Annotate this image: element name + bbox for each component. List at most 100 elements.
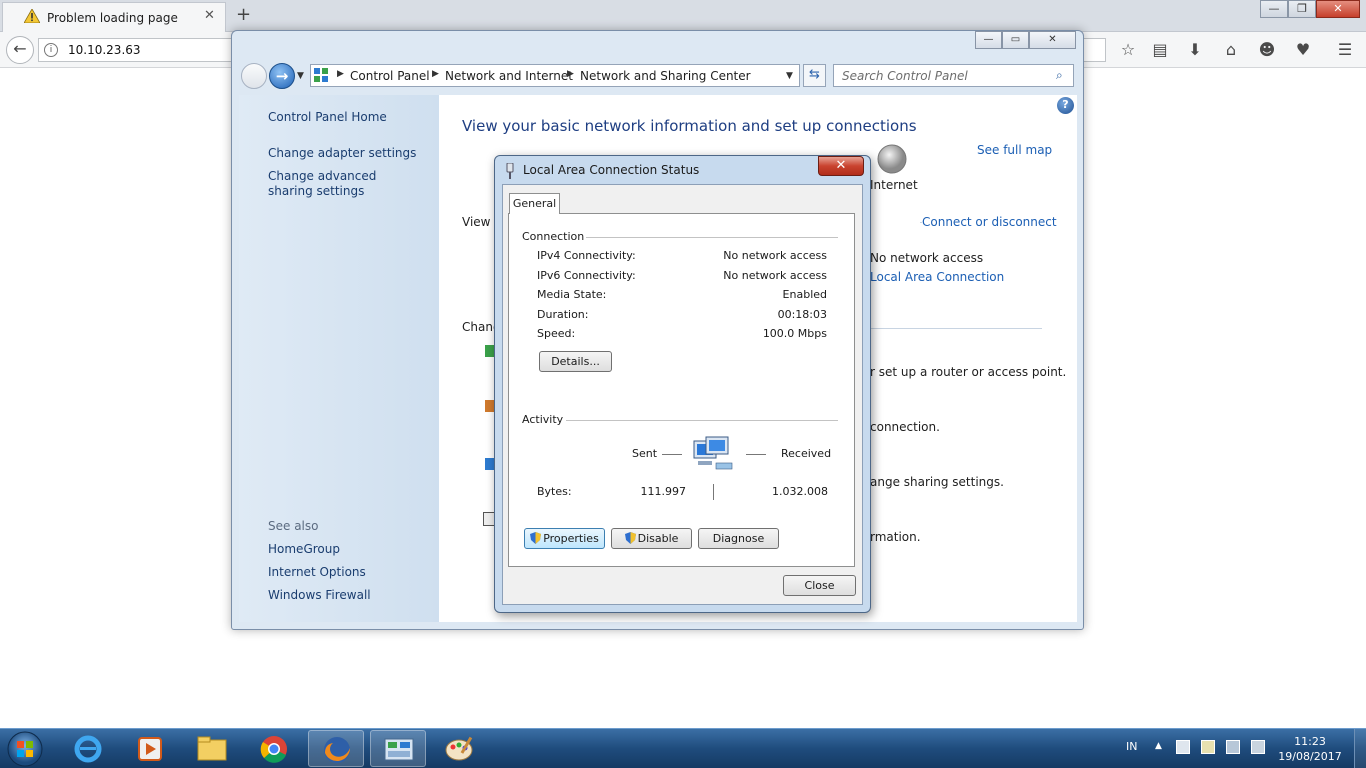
- pocket-icon[interactable]: ♥: [1293, 40, 1313, 59]
- bytes-sent-value: 111.997: [640, 485, 687, 498]
- new-tab-button[interactable]: +: [236, 4, 251, 25]
- see-full-map-link[interactable]: See full map: [977, 143, 1052, 157]
- dialog-title: Local Area Connection Status: [523, 163, 700, 177]
- breadcrumb-control-panel[interactable]: Control Panel: [350, 69, 430, 83]
- cp-close-button[interactable]: ✕: [1029, 31, 1076, 49]
- properties-button[interactable]: Properties: [524, 528, 605, 549]
- duration-label: Duration:: [537, 308, 589, 321]
- internet-label: Internet: [870, 178, 918, 192]
- cp-back-button[interactable]: [241, 63, 267, 89]
- taskbar-file-explorer[interactable]: [184, 730, 240, 767]
- help-icon[interactable]: ?: [1057, 97, 1074, 114]
- close-button[interactable]: Close: [783, 575, 856, 596]
- network-computers-icon: [693, 436, 733, 470]
- breadcrumb-network-sharing-center[interactable]: Network and Sharing Center: [580, 69, 751, 83]
- tab-close-icon[interactable]: ✕: [204, 8, 215, 23]
- recent-pages-icon[interactable]: ▼: [297, 71, 304, 81]
- media-state-value: Enabled: [782, 288, 827, 301]
- internet-globe-icon: [877, 144, 907, 174]
- see-also-internet-options[interactable]: Internet Options: [268, 565, 428, 580]
- search-input[interactable]: Search Control Panel: [833, 64, 1074, 87]
- connect-disconnect-link[interactable]: Connect or disconnect: [922, 215, 1057, 229]
- browser-close-button[interactable]: ✕: [1316, 0, 1360, 18]
- back-button[interactable]: ←: [6, 36, 34, 64]
- ipv4-value: No network access: [723, 249, 827, 262]
- menu-icon[interactable]: ☰: [1335, 40, 1355, 59]
- volume-icon[interactable]: [1251, 740, 1265, 754]
- see-also-homegroup[interactable]: HomeGroup: [268, 542, 428, 557]
- uac-shield-icon: [624, 532, 636, 544]
- sidebar-item-home[interactable]: Control Panel Home: [268, 110, 428, 125]
- home-icon[interactable]: ⌂: [1221, 40, 1241, 59]
- language-indicator[interactable]: IN: [1126, 740, 1137, 753]
- dialog-close-button[interactable]: ✕: [818, 156, 864, 176]
- diagnose-button[interactable]: Diagnose: [698, 528, 779, 549]
- network-tray-icon[interactable]: [1201, 740, 1215, 754]
- action-center-icon[interactable]: [1176, 740, 1190, 754]
- uac-shield-icon: [530, 532, 542, 544]
- browser-restore-button[interactable]: ❐: [1288, 0, 1316, 18]
- power-icon[interactable]: [1226, 740, 1240, 754]
- pocket-face-icon[interactable]: ☻: [1257, 40, 1277, 59]
- warning-icon: [24, 9, 40, 23]
- speed-label: Speed:: [537, 327, 576, 340]
- media-player-icon: [138, 737, 162, 761]
- cp-forward-button[interactable]: →: [269, 63, 295, 89]
- tab-title: Problem loading page: [47, 11, 178, 25]
- paint-icon: [445, 736, 473, 761]
- connection-group-heading: Connection: [522, 230, 585, 243]
- reading-list-icon[interactable]: ▤: [1150, 40, 1170, 59]
- taskbar-internet-explorer[interactable]: [60, 730, 116, 767]
- cp-maximize-button[interactable]: ▭: [1002, 31, 1029, 49]
- tab-general[interactable]: General: [509, 193, 560, 214]
- taskbar-firefox[interactable]: [308, 730, 364, 767]
- cp-minimize-button[interactable]: —: [975, 31, 1002, 49]
- clock[interactable]: 11:23 19/08/2017: [1278, 734, 1342, 764]
- breadcrumb-separator-icon: ▶: [567, 69, 574, 79]
- sidebar-item-advanced-sharing[interactable]: Change advanced sharing settings: [268, 169, 418, 199]
- taskbar-control-panel[interactable]: [370, 730, 426, 767]
- show-desktop-button[interactable]: [1354, 729, 1366, 768]
- start-button[interactable]: [3, 729, 47, 768]
- url-text[interactable]: 10.10.23.63: [68, 43, 141, 57]
- clock-date: 19/08/2017: [1278, 750, 1342, 763]
- bytes-received-value: 1.032.008: [772, 485, 828, 498]
- ipv6-label: IPv6 Connectivity:: [537, 269, 636, 282]
- folder-icon: [197, 736, 227, 761]
- properties-label: Properties: [543, 532, 599, 545]
- breadcrumb-separator-icon: ▶: [337, 69, 344, 79]
- received-label: Received: [781, 447, 832, 460]
- general-tab-panel: [508, 213, 855, 567]
- activity-group-heading: Activity: [522, 413, 564, 426]
- address-dropdown-icon[interactable]: ▼: [786, 71, 793, 81]
- task-homegroup-sharing[interactable]: ange sharing settings.: [870, 475, 1004, 489]
- details-button[interactable]: Details...: [539, 351, 612, 372]
- search-icon[interactable]: ⌕: [1056, 68, 1063, 83]
- star-icon[interactable]: ☆: [1118, 40, 1138, 59]
- sidebar-item-adapter[interactable]: Change adapter settings: [268, 146, 428, 161]
- show-hidden-icons[interactable]: ▲: [1155, 741, 1162, 751]
- task-connect-network[interactable]: connection.: [870, 420, 940, 434]
- disable-button[interactable]: Disable: [611, 528, 692, 549]
- browser-minimize-button[interactable]: —: [1260, 0, 1288, 18]
- local-area-connection-link[interactable]: Local Area Connection: [870, 270, 1004, 284]
- duration-value: 00:18:03: [777, 308, 827, 321]
- ipv4-label: IPv4 Connectivity:: [537, 249, 636, 262]
- site-info-icon[interactable]: i: [44, 43, 58, 57]
- task-troubleshoot[interactable]: rmation.: [870, 530, 921, 544]
- see-also-heading: See also: [268, 519, 319, 533]
- media-state-label: Media State:: [537, 288, 607, 301]
- taskbar-chrome[interactable]: [246, 730, 302, 767]
- task-setup-connection[interactable]: r set up a router or access point.: [870, 365, 1066, 379]
- refresh-icon[interactable]: ⇆: [803, 64, 826, 87]
- page-title: View your basic network information and …: [462, 117, 917, 135]
- ipv6-value: No network access: [723, 269, 827, 282]
- taskbar-paint[interactable]: [432, 730, 488, 767]
- speed-value: 100.0 Mbps: [762, 327, 827, 340]
- clock-time: 11:23: [1294, 735, 1326, 748]
- download-icon[interactable]: ⬇: [1185, 40, 1205, 59]
- breadcrumb-separator-icon: ▶: [432, 69, 439, 79]
- taskbar-media-player[interactable]: [122, 730, 178, 767]
- breadcrumb-network-internet[interactable]: Network and Internet: [445, 69, 573, 83]
- see-also-windows-firewall[interactable]: Windows Firewall: [268, 588, 428, 603]
